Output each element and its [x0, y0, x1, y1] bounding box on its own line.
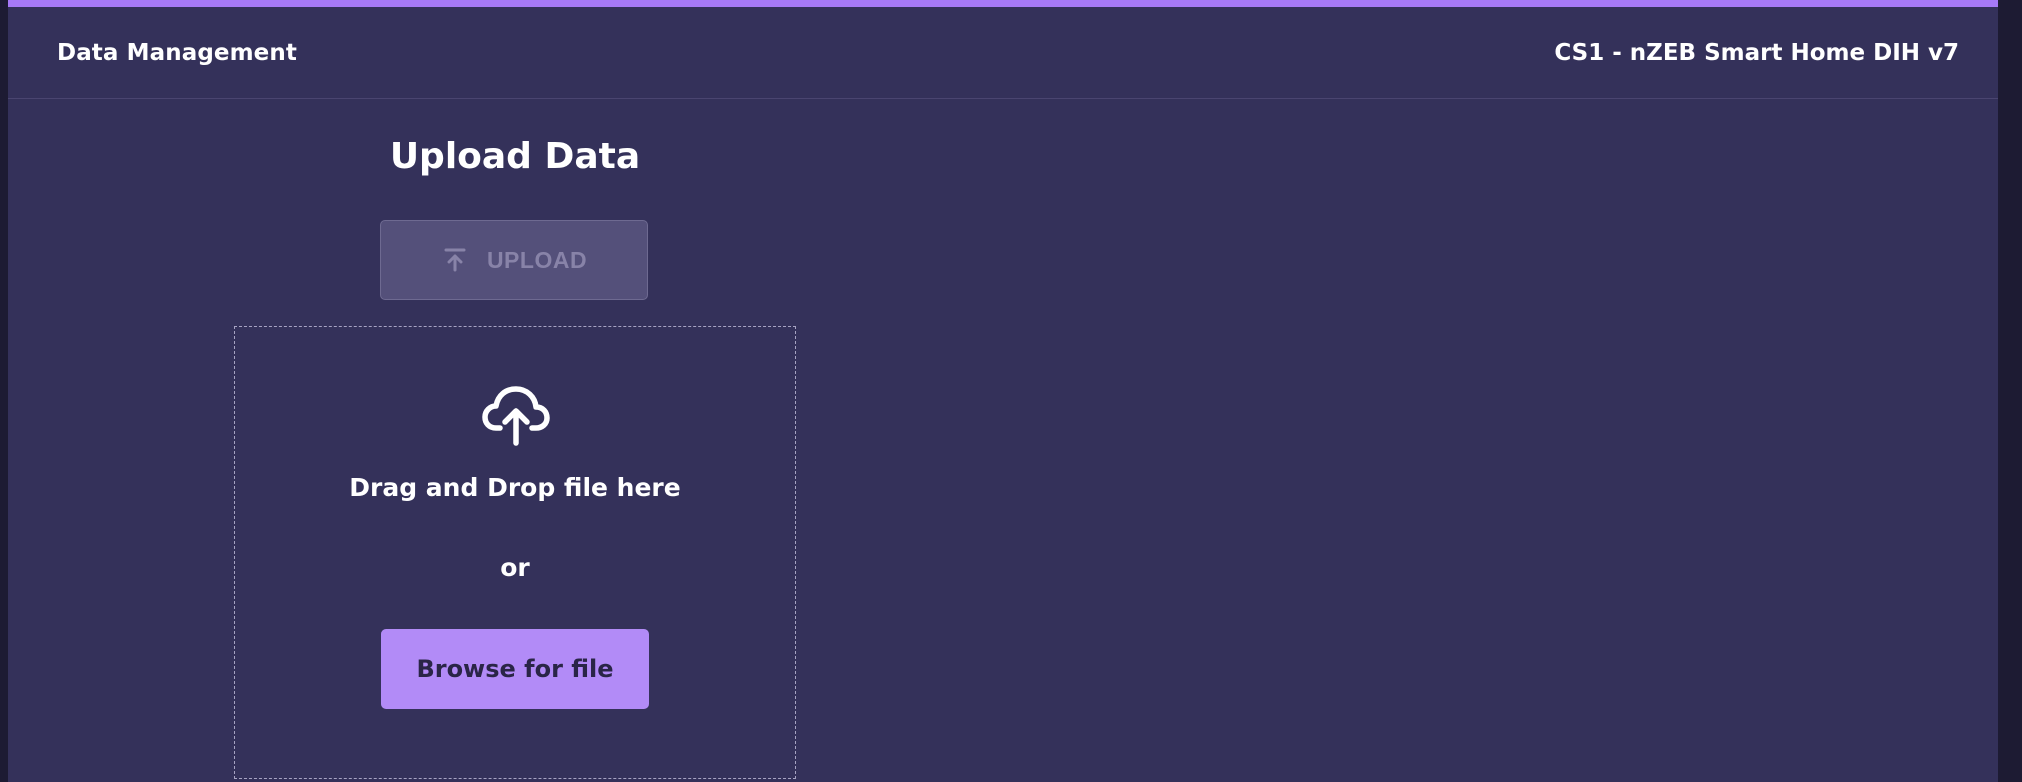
data-management-panel: Data Management CS1 - nZEB Smart Home DI… [8, 0, 1998, 782]
project-title: CS1 - nZEB Smart Home DIH v7 [1554, 40, 1959, 66]
dropzone-or-text: or [500, 553, 530, 582]
panel-title: Data Management [57, 40, 297, 66]
window-edge [1998, 0, 2022, 782]
cloud-upload-icon [482, 383, 550, 451]
upload-icon [441, 246, 469, 274]
upload-button[interactable]: UPLOAD [380, 220, 648, 300]
upload-data-heading: Upload Data [389, 136, 641, 177]
browse-for-file-button[interactable]: Browse for file [381, 629, 649, 709]
dropzone-instructions: Drag and Drop file here [349, 473, 681, 502]
upload-button-label: UPLOAD [486, 246, 588, 273]
file-dropzone[interactable]: Drag and Drop file here or Browse for fi… [234, 326, 796, 779]
panel-header: Data Management CS1 - nZEB Smart Home DI… [8, 7, 1998, 99]
